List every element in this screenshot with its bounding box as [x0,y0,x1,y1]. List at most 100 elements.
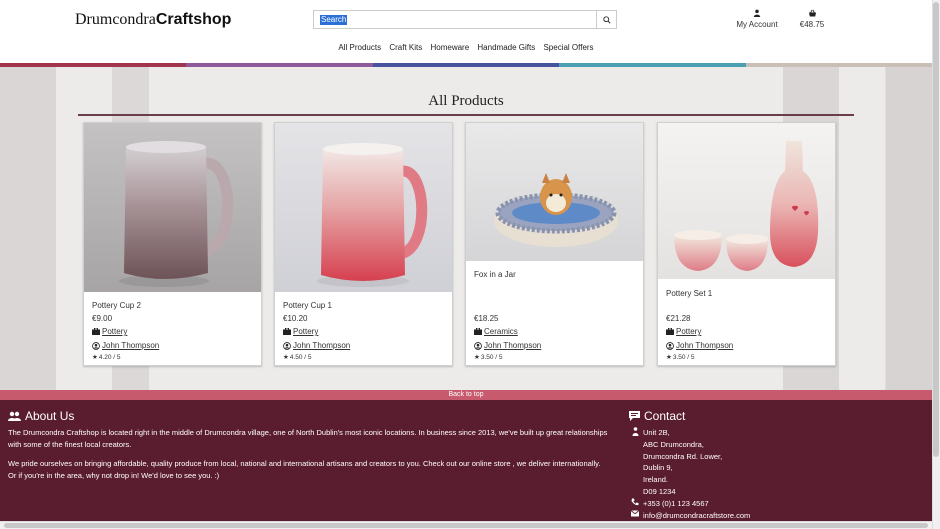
product-name[interactable]: Fox in a Jar [474,270,516,279]
address-line: Drumcondra Rd. Lower, [643,451,723,461]
product-price: €21.28 [666,314,691,323]
email-row[interactable]: info@drumcondracraftstore.com [630,509,751,522]
product-price: €9.00 [92,314,113,323]
product-card[interactable]: Pottery Cup 2 €9.00 Pottery John Thompso… [83,122,262,366]
star-icon: ★ [666,354,672,361]
product-rating: ★ 3.50 / 5 [474,353,503,362]
bag-total: €48.75 [799,20,825,29]
about-title: About Us [25,409,75,423]
briefcase-icon [283,328,291,335]
my-account-label: My Account [736,20,778,29]
rating-value: 3.50 / 5 [480,353,503,361]
my-account-link[interactable]: My Account [732,9,782,29]
product-category-label: Pottery [293,327,319,336]
rating-value: 4.50 / 5 [289,353,312,361]
product-rating: ★ 3.50 / 5 [666,353,695,362]
product-image[interactable] [275,123,452,292]
product-maker-name: John Thompson [676,341,734,350]
shopping-basket-icon [792,9,832,18]
product-name[interactable]: Pottery Cup 1 [283,301,332,310]
nav-item-all-products[interactable]: All Products [338,43,381,52]
about-paragraph-1: The Drumcondra Craftshop is located righ… [8,428,608,449]
product-image[interactable] [84,123,261,292]
brand-logo[interactable]: DrumcondraCraftshop [75,11,231,29]
product-price: €18.25 [474,314,499,323]
product-maker[interactable]: John Thompson [92,341,159,350]
address-line: Ireland. [643,475,669,485]
product-category-label: Pottery [102,327,128,336]
product-rating: ★ 4.20 / 5 [92,353,121,362]
envelope-icon [630,509,640,517]
star-icon: ★ [474,354,480,361]
user-circle-icon [666,341,674,350]
product-image[interactable] [658,123,835,279]
main-nav: All Products Craft Kits Homeware Handmad… [0,43,932,52]
product-category[interactable]: Pottery [666,327,701,336]
site-footer: About Us The Drumcondra Craftshop is loc… [0,400,932,529]
user-circle-icon [92,341,100,350]
address-block: Unit 2B, ABC Drumcondra, Drumcondra Rd. … [630,427,750,498]
briefcase-icon [92,328,100,335]
shopping-bag-link[interactable]: €48.75 [792,9,832,29]
search-bar: Search [313,10,617,29]
nav-item-special-offers[interactable]: Special Offers [543,43,593,52]
product-category-label: Pottery [676,327,702,336]
product-category[interactable]: Pottery [92,327,127,336]
product-maker-name: John Thompson [102,341,160,350]
users-icon [8,411,21,421]
briefcase-icon [666,328,674,335]
user-icon [732,9,782,18]
horizontal-scrollbar-thumb[interactable] [4,523,928,528]
product-card[interactable]: Pottery Cup 1 €10.20 Pottery John Thomps… [274,122,453,366]
product-maker[interactable]: John Thompson [283,341,350,350]
star-icon: ★ [92,354,98,361]
contact-details: Unit 2B, ABC Drumcondra, Drumcondra Rd. … [630,427,750,521]
product-maker[interactable]: John Thompson [666,341,733,350]
search-button[interactable] [596,11,616,28]
product-name[interactable]: Pottery Set 1 [666,289,712,298]
product-maker[interactable]: John Thompson [474,341,541,350]
nav-item-handmade-gifts[interactable]: Handmade Gifts [477,43,535,52]
search-selected-text: Search [320,15,348,25]
product-price: €10.20 [283,314,308,323]
user-circle-icon [474,341,482,350]
contact-title: Contact [644,409,686,423]
product-card[interactable]: Pottery Set 1 €21.28 Pottery John Thomps… [657,122,836,366]
briefcase-icon [474,328,482,335]
product-category[interactable]: Ceramics [474,327,518,336]
rating-value: 4.20 / 5 [98,353,121,361]
search-icon [602,15,611,24]
product-name[interactable]: Pottery Cup 2 [92,301,141,310]
product-category[interactable]: Pottery [283,327,318,336]
nav-item-craft-kits[interactable]: Craft Kits [389,43,422,52]
vertical-scrollbar-thumb[interactable] [933,2,939,457]
phone-row[interactable]: +353 (0)1 123 4567 [630,498,750,510]
back-to-top-link[interactable]: Back to top [0,390,932,400]
nav-item-homeware[interactable]: Homeware [430,43,469,52]
phone-icon [630,498,640,506]
product-card[interactable]: Fox in a Jar €18.25 Ceramics John Thomps… [465,122,644,366]
product-maker-name: John Thompson [484,341,542,350]
address-line: Dublin 9, [643,463,673,473]
star-icon: ★ [283,354,289,361]
comment-icon [629,411,640,421]
page-title: All Products [428,93,504,109]
address-line: D09 1234 [643,486,676,496]
about-heading: About Us [8,409,74,423]
products-section: All Products Pottery Cup 2 €9.00 Pottery… [0,67,932,390]
site-header: DrumcondraCraftshop Search My Account €4… [0,0,932,64]
map-marker-icon [630,427,640,436]
product-image[interactable] [466,123,643,261]
address-line: ABC Drumcondra, [643,439,704,449]
product-maker-name: John Thompson [293,341,351,350]
email-address: info@drumcondracraftstore.com [643,510,751,520]
product-rating: ★ 4.50 / 5 [283,353,312,362]
about-paragraph-2: We pride ourselves on bringing affordabl… [8,459,601,480]
rating-value: 3.50 / 5 [672,353,695,361]
phone-number: +353 (0)1 123 4567 [643,498,709,508]
user-circle-icon [283,341,291,350]
contact-heading: Contact [629,409,685,423]
search-input[interactable] [314,11,598,28]
title-divider [78,114,854,116]
product-category-label: Ceramics [484,327,518,336]
